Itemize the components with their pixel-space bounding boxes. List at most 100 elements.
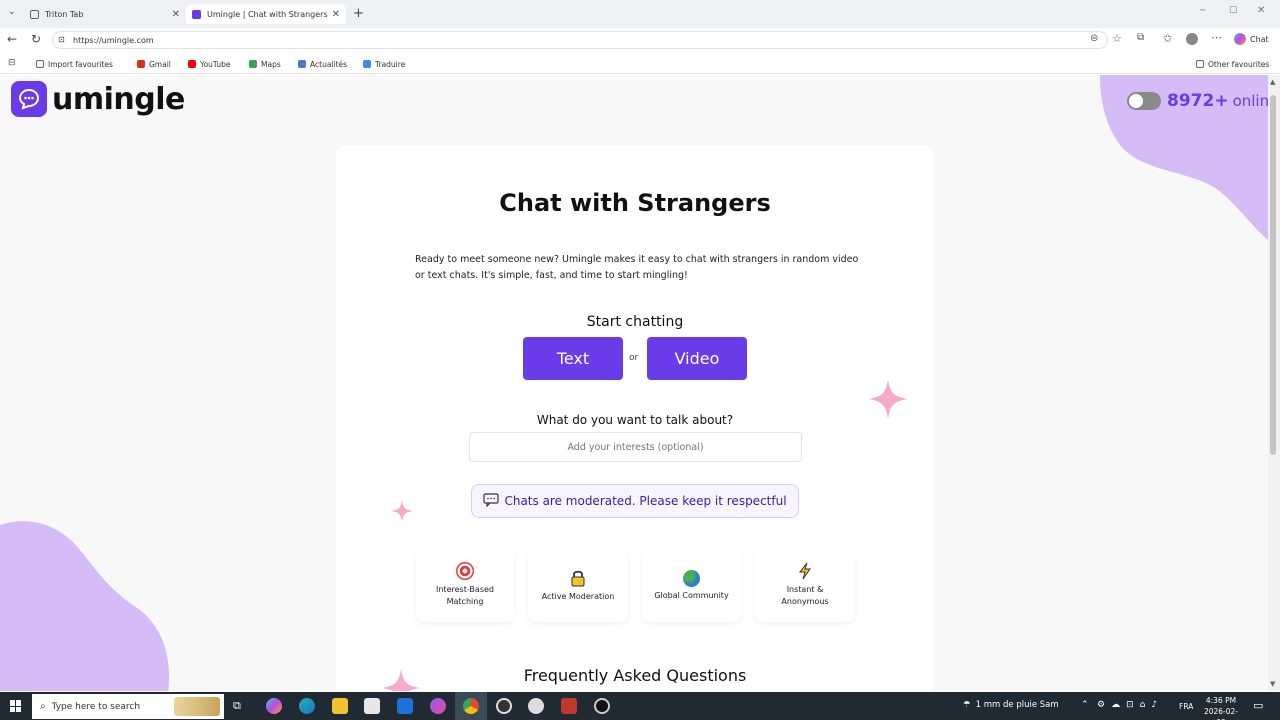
close-tab-icon[interactable]: ✕: [332, 9, 340, 20]
clock-time: 4:36 PM: [1205, 696, 1237, 705]
tab-triton[interactable]: Triton Tab ✕: [24, 4, 186, 24]
close-tab-icon[interactable]: ✕: [172, 9, 180, 20]
bookmark-label: Maps: [261, 59, 281, 69]
copilot-icon: [1234, 33, 1246, 45]
bookmark-label: Actualités: [310, 59, 348, 69]
back-icon[interactable]: ←: [7, 32, 17, 46]
weather-text: 1 mm de pluie Sam: [975, 700, 1059, 710]
bookmark-import[interactable]: Import favourites: [36, 58, 113, 70]
bookmark-label: Traduire: [375, 59, 406, 69]
favorites-icon[interactable]: ✩: [1163, 32, 1172, 45]
scrollbar-thumb[interactable]: [1270, 95, 1276, 455]
search-placeholder: Type here to search: [51, 701, 141, 712]
feature-instant-anonymous: Instant & Anonymous: [755, 548, 855, 622]
sparkle-icon: [381, 668, 421, 691]
notifications-icon[interactable]: ▭: [1253, 699, 1263, 712]
bookmark-label: Other favourites: [1208, 59, 1270, 69]
close-window-icon[interactable]: ✕: [1257, 5, 1265, 16]
reader-icon[interactable]: ⊜: [1090, 33, 1098, 44]
chat-bubble-icon: [483, 492, 500, 511]
edge-taskbar-icon[interactable]: [299, 698, 315, 714]
video-chat-button[interactable]: Video: [647, 337, 747, 380]
youtube-icon: [188, 60, 196, 68]
app-taskbar-icon[interactable]: [528, 698, 544, 714]
copilot-taskbar-icon[interactable]: [266, 698, 282, 714]
profile-avatar[interactable]: [1186, 33, 1198, 45]
search-highlight-icon: [174, 697, 220, 716]
app2-taskbar-icon[interactable]: [561, 698, 577, 714]
news-icon: [298, 60, 306, 68]
online-count: 8972+: [1167, 91, 1229, 111]
target-icon: [456, 562, 474, 580]
online-label: online: [1232, 92, 1268, 110]
url-input[interactable]: ⊡ https://umingle.com: [52, 31, 1108, 49]
start-chatting-label: Start chatting: [586, 314, 684, 330]
interests-input[interactable]: [469, 432, 802, 462]
messenger-taskbar-icon[interactable]: [430, 698, 446, 714]
sparkle-icon: [391, 500, 413, 522]
chat-label: Chat: [1250, 34, 1269, 44]
maximize-icon[interactable]: ☐: [1229, 6, 1237, 16]
feature-label: Global Community: [654, 591, 729, 600]
bookmark-translate[interactable]: Traduire: [363, 58, 405, 70]
favorite-star-icon[interactable]: ☆: [1112, 32, 1122, 45]
tab-umingle[interactable]: Umingle | Chat with Strangers Inst ✕: [186, 4, 346, 24]
other-favourites[interactable]: Other favourites: [1196, 58, 1269, 70]
page-title: Chat with Strangers: [499, 189, 771, 217]
reload-icon[interactable]: ↻: [31, 32, 41, 46]
lock-icon: [570, 569, 586, 589]
new-tab-icon[interactable]: +: [353, 6, 364, 21]
file-explorer-icon[interactable]: [332, 698, 348, 714]
interests-label: What do you want to talk about?: [536, 413, 734, 427]
bookmark-label: Import favourites: [48, 59, 113, 69]
online-indicator: 8972+ online: [1127, 91, 1268, 111]
tab-label: Triton Tab: [45, 9, 84, 19]
feature-global-community: Global Community: [642, 548, 741, 622]
folder-icon: [1196, 60, 1204, 68]
tab-list-chevron-icon[interactable]: ⌄: [8, 7, 16, 17]
tray-chevron-icon[interactable]: ⌃: [1081, 700, 1089, 710]
taskbar-search-box[interactable]: ⌕ Type here to search: [32, 694, 224, 719]
bookmark-gmail[interactable]: Gmail: [137, 58, 171, 70]
import-icon: [36, 60, 44, 68]
moderation-notice: Chats are moderated. Please keep it resp…: [471, 484, 799, 518]
mail-taskbar-icon[interactable]: [397, 698, 413, 714]
clock[interactable]: 4:36 PM 2026-02-09: [1201, 695, 1241, 728]
more-menu-icon[interactable]: ⋯: [1211, 31, 1222, 44]
triton-favicon-icon: [30, 9, 39, 19]
obs-taskbar-icon[interactable]: [496, 698, 512, 714]
scroll-down-icon[interactable]: ▼: [1270, 680, 1275, 688]
app3-taskbar-icon[interactable]: [594, 698, 610, 714]
bookmark-news[interactable]: Actualités: [298, 58, 347, 70]
windows-start-icon[interactable]: [10, 700, 22, 712]
feature-label: Interest-Based Matching: [436, 585, 494, 606]
copilot-chat-button[interactable]: Chat: [1234, 33, 1269, 45]
gmail-icon: [137, 60, 145, 68]
translate-icon: [363, 60, 371, 68]
chrome-taskbar-icon[interactable]: [463, 698, 479, 714]
intro-text: Ready to meet someone new? Umingle makes…: [415, 254, 859, 281]
umingle-logo[interactable]: umingle: [11, 81, 185, 117]
tray-icons[interactable]: ⚙☁⊡⌂♪: [1097, 700, 1163, 710]
scroll-up-icon[interactable]: ▲: [1270, 78, 1275, 86]
umingle-favicon-icon: [192, 9, 201, 19]
bookmarks-menu-icon[interactable]: ⊟: [8, 58, 16, 68]
online-toggle[interactable]: [1127, 92, 1161, 110]
moderation-text: Chats are moderated. Please keep it resp…: [504, 494, 787, 508]
task-view-icon[interactable]: ⧉: [233, 699, 241, 713]
globe-icon: [683, 570, 700, 587]
store-taskbar-icon[interactable]: [364, 698, 380, 714]
faq-title: Frequently Asked Questions: [523, 666, 747, 685]
bottom-left-blob: [0, 521, 170, 691]
text-chat-button[interactable]: Text: [523, 337, 623, 380]
weather-widget[interactable]: ☂ 1 mm de pluie Sam: [963, 700, 1059, 710]
minimize-icon[interactable]: ─: [1200, 6, 1205, 16]
extensions-icon[interactable]: ⧉: [1137, 32, 1144, 43]
rain-icon: ☂: [963, 700, 971, 710]
language-indicator[interactable]: FRA: [1179, 702, 1193, 711]
site-info-icon[interactable]: ⊡: [58, 35, 65, 44]
lightning-icon: [797, 562, 813, 582]
bookmark-youtube[interactable]: YouTube: [188, 58, 231, 70]
feature-label: Instant & Anonymous: [781, 585, 829, 606]
bookmark-maps[interactable]: Maps: [249, 58, 281, 70]
